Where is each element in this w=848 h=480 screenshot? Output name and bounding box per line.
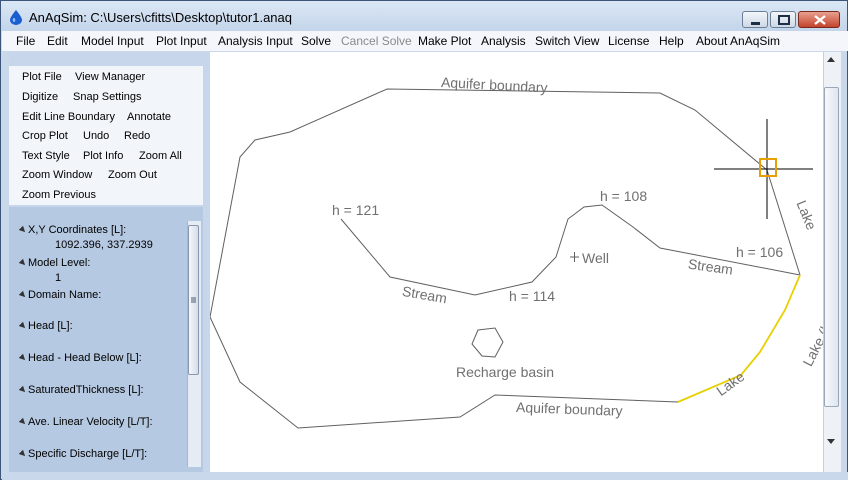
scroll-down-arrow-icon[interactable] [827, 439, 835, 444]
menu-make-plot[interactable]: Make Plot [418, 34, 471, 48]
menu-solve[interactable]: Solve [301, 34, 331, 48]
annotate-button[interactable]: Annotate [127, 111, 171, 123]
menu-edit[interactable]: Edit [47, 34, 68, 48]
water-drop-icon [10, 10, 22, 25]
model-level-label: Model Level: [28, 257, 91, 269]
undo-button[interactable]: Undo [83, 130, 109, 142]
label-stream-left: Stream [401, 283, 448, 307]
xy-coordinates-value: 1092.396, 337.2939 [55, 239, 153, 251]
domain-name-label: Domain Name: [28, 289, 102, 301]
plot-svg[interactable]: Aquifer boundary Aquifer boundary h = 12… [209, 52, 848, 472]
menu-file[interactable]: File [16, 34, 35, 48]
label-aquifer-boundary-top: Aquifer boundary [441, 74, 548, 96]
text-style-button[interactable]: Text Style [22, 150, 70, 162]
crop-plot-button[interactable]: Crop Plot [22, 130, 68, 142]
snap-settings-button[interactable]: Snap Settings [73, 91, 142, 103]
plot-file-button[interactable]: Plot File [22, 71, 62, 83]
window-title: AnAqSim: C:\Users\cfitts\Desktop\tutor1.… [29, 10, 292, 25]
maximize-icon [778, 15, 790, 25]
close-icon [814, 15, 826, 25]
plot-canvas[interactable]: Aquifer boundary Aquifer boundary h = 12… [209, 52, 848, 472]
saturated-thickness-label: SaturatedThickness [L]: [28, 384, 144, 396]
menu-analysis-input[interactable]: Analysis Input [218, 34, 293, 48]
menu-about[interactable]: About AnAqSim [696, 34, 780, 48]
plot-info-button[interactable]: Plot Info [83, 150, 123, 162]
well-marker-icon[interactable] [570, 252, 579, 262]
scroll-up-arrow-icon[interactable] [827, 57, 835, 62]
menu-license[interactable]: License [608, 34, 649, 48]
label-well: Well [582, 250, 609, 266]
head-label: Head [L]: [28, 320, 73, 332]
menu-bar: File Edit Model Input Plot Input Analysi… [2, 31, 848, 51]
label-lake-top: Lake [794, 198, 820, 232]
model-level-value: 1 [55, 272, 62, 284]
view-manager-button[interactable]: View Manager [75, 71, 145, 83]
specific-discharge-label: Specific Discharge [L/T]: [28, 448, 148, 460]
velocity-label: Ave. Linear Velocity [L/T]: [28, 416, 153, 428]
app-window: AnAqSim: C:\Users\cfitts\Desktop\tutor1.… [0, 0, 848, 480]
properties-scroll-thumb[interactable] [188, 225, 199, 375]
close-button[interactable] [798, 11, 840, 28]
plot-scroll-thumb[interactable] [824, 87, 839, 407]
menu-cancel-solve: Cancel Solve [341, 34, 412, 48]
menu-switch-view[interactable]: Switch View [535, 34, 599, 48]
status-bar [2, 472, 848, 480]
label-stream-right: Stream [687, 256, 734, 278]
redo-button[interactable]: Redo [124, 130, 150, 142]
title-bar[interactable]: AnAqSim: C:\Users\cfitts\Desktop\tutor1.… [1, 1, 847, 31]
label-h121: h = 121 [332, 202, 379, 218]
recharge-basin-shape[interactable] [471, 327, 504, 358]
label-lake-mid: Lake (h=104) [799, 288, 823, 369]
menu-analysis[interactable]: Analysis [481, 34, 526, 48]
label-h106: h = 106 [736, 244, 783, 260]
edit-line-boundary-button[interactable]: Edit Line Boundary [22, 111, 115, 123]
minimize-button[interactable] [742, 11, 768, 28]
head-below-label: Head - Head Below [L]: [28, 352, 142, 364]
zoom-window-button[interactable]: Zoom Window [22, 169, 92, 181]
stream-line-left[interactable] [340, 204, 801, 296]
label-h108: h = 108 [600, 188, 647, 204]
menu-model-input[interactable]: Model Input [81, 34, 144, 48]
menu-help[interactable]: Help [659, 34, 684, 48]
aquifer-boundary-line[interactable] [209, 88, 801, 318]
xy-coordinates-label: X,Y Coordinates [L]: [28, 224, 127, 236]
grip-icon [191, 297, 196, 303]
label-h114: h = 114 [509, 288, 555, 304]
minimize-icon [751, 22, 760, 25]
zoom-out-button[interactable]: Zoom Out [108, 169, 157, 181]
digitize-button[interactable]: Digitize [22, 91, 58, 103]
zoom-previous-button[interactable]: Zoom Previous [22, 189, 96, 201]
label-aquifer-boundary-bottom: Aquifer boundary [516, 399, 623, 419]
plot-toolbox: Plot File View Manager Digitize Snap Set… [9, 66, 203, 205]
maximize-button[interactable] [770, 11, 796, 28]
label-recharge-basin: Recharge basin [456, 364, 554, 380]
zoom-all-button[interactable]: Zoom All [139, 150, 182, 162]
menu-plot-input[interactable]: Plot Input [156, 34, 207, 48]
